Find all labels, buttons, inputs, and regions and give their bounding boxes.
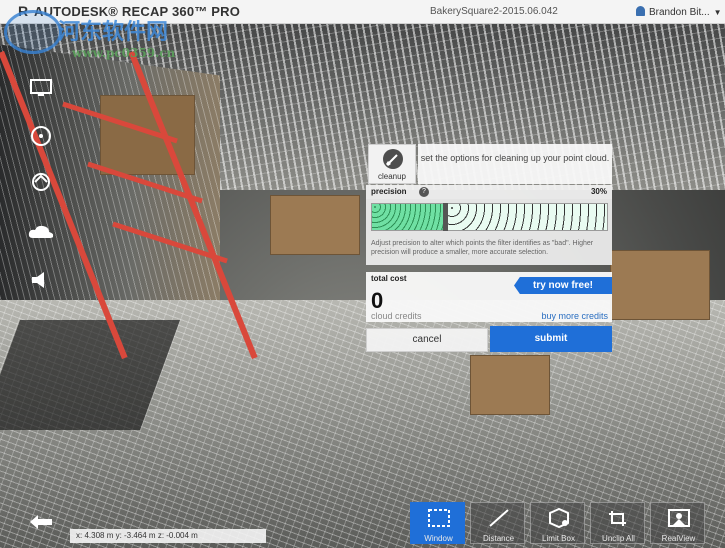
submit-button[interactable]: submit	[490, 326, 612, 352]
precision-label: precision	[371, 187, 407, 196]
scan-box	[470, 355, 550, 415]
total-cost-label: total cost	[371, 274, 407, 283]
broom-icon	[383, 149, 403, 169]
tool-label: Limit Box	[542, 534, 575, 543]
slider-fill-low	[372, 204, 443, 230]
precision-hint: Adjust precision to alter which points t…	[366, 237, 612, 265]
distance-icon	[471, 507, 526, 531]
watermark-logo	[4, 10, 62, 54]
cancel-button[interactable]: cancel	[366, 328, 488, 352]
scan-box	[270, 195, 360, 255]
watermark-title: 河东软件网	[58, 20, 169, 45]
monitor-icon[interactable]	[26, 78, 56, 104]
window-select-icon	[411, 507, 466, 531]
help-icon[interactable]: ?	[419, 187, 429, 197]
user-icon	[636, 6, 645, 16]
cloud-credits-label: cloud credits	[371, 311, 422, 321]
tool-label: Window	[424, 534, 453, 543]
orbit-icon[interactable]	[26, 170, 56, 196]
scan-box	[100, 95, 195, 175]
cleanup-button[interactable]: cleanup	[368, 144, 416, 184]
target-icon[interactable]	[26, 124, 56, 150]
precision-slider-area	[366, 199, 612, 237]
realview-icon	[651, 507, 706, 531]
tool-window-button[interactable]: Window	[410, 502, 465, 544]
speaker-icon[interactable]	[26, 268, 56, 294]
tool-label: Distance	[482, 534, 515, 543]
tool-unclip-all-button[interactable]: Unclip All	[590, 502, 645, 544]
precision-row: precision ? 30%	[366, 185, 612, 199]
cleanup-label: cleanup	[377, 172, 407, 181]
dialog-header: cleanup set the options for cleaning up …	[366, 142, 612, 184]
cost-panel: total cost try now free! 0 cloud credits…	[366, 272, 612, 322]
tool-label: Unclip All	[602, 534, 635, 543]
user-menu[interactable]: Brandon Bit... ▼	[636, 6, 722, 18]
watermark-url: www.pc0359.cn	[72, 46, 176, 60]
cleanup-dialog: cleanup set the options for cleaning up …	[366, 142, 612, 354]
try-now-free-button[interactable]: try now free!	[514, 277, 612, 294]
limit-box-icon	[531, 507, 586, 531]
buy-more-credits-link[interactable]: buy more credits	[541, 311, 608, 321]
project-name: BakerySquare2-2015.06.042	[430, 6, 558, 17]
back-arrow-icon[interactable]	[26, 512, 56, 538]
chevron-down-icon: ▼	[713, 8, 722, 17]
dialog-title: set the options for cleaning up your poi…	[418, 144, 612, 184]
slider-fill-high	[448, 204, 607, 230]
scan-box	[610, 250, 710, 320]
tool-realview-button[interactable]: RealView	[650, 502, 705, 544]
tool-label: RealView	[661, 534, 696, 543]
tool-distance-button[interactable]: Distance	[470, 502, 525, 544]
precision-slider[interactable]	[371, 203, 608, 231]
precision-value: 30%	[590, 187, 607, 196]
coordinate-readout: x: 4.308 m y: -3.464 m z: -0.004 m	[70, 529, 266, 543]
unclip-icon	[591, 507, 646, 531]
cloud-icon[interactable]	[26, 222, 56, 248]
point-cloud-viewport[interactable]	[0, 0, 725, 548]
user-name: Brandon Bit...	[649, 7, 710, 18]
tool-limit-box-button[interactable]: Limit Box	[530, 502, 585, 544]
